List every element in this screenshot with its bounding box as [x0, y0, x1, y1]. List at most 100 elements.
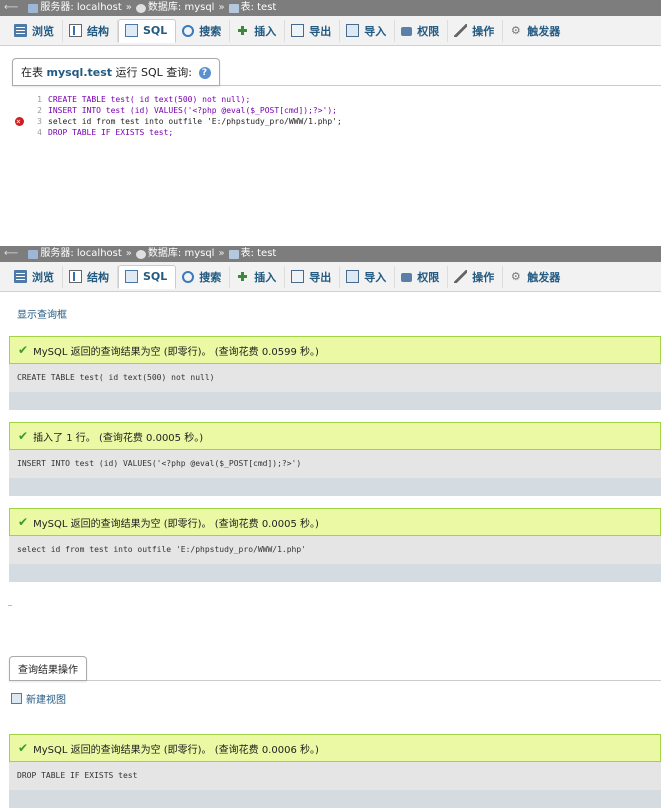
tab-export[interactable]: 导出 — [285, 19, 341, 42]
breadcrumb-server[interactable]: 服务器: localhost — [40, 246, 121, 262]
operations-body: 新建视图 — [9, 680, 661, 721]
tab-import[interactable]: 导入 — [340, 19, 396, 42]
sql-actions-bar — [9, 790, 661, 808]
tab-import[interactable]: 导入 — [340, 265, 396, 288]
tab-label: 操作 — [472, 270, 495, 284]
sql-results-panel: ⟵ 服务器: localhost » 数据库: mysql » 表: test … — [0, 246, 661, 808]
success-message: ✔ MySQL 返回的查询结果为空 (即零行)。 (查询花费 0.0005 秒。) — [9, 508, 661, 536]
breadcrumb: ⟵ 服务器: localhost » 数据库: mysql » 表: test — [0, 246, 661, 262]
executed-sql: CREATE TABLE test( id text(500) not null… — [9, 364, 661, 392]
tab-label: 导出 — [309, 24, 332, 38]
breadcrumb-database[interactable]: 数据库: mysql — [148, 0, 215, 16]
privileges-icon — [401, 27, 413, 36]
table-icon — [228, 3, 239, 13]
help-icon[interactable]: ? — [198, 67, 211, 79]
operations-icon — [454, 270, 468, 283]
tab-browse[interactable]: 浏览 — [8, 19, 63, 42]
tab-label: 导入 — [364, 24, 387, 38]
result-block: ✔ 插入了 1 行。 (查询花费 0.0005 秒。) INSERT INTO t… — [9, 422, 661, 496]
legend-table: mysql.test — [46, 66, 113, 79]
tab-label: 插入 — [254, 24, 277, 38]
error-icon — [15, 117, 24, 126]
server-icon — [28, 3, 39, 13]
insert-icon — [236, 24, 250, 37]
tab-label: 搜索 — [199, 24, 222, 38]
create-view-label: 新建视图 — [26, 695, 66, 706]
import-icon — [346, 24, 360, 37]
tab-label: 插入 — [254, 270, 277, 284]
line-number-text: 3 — [37, 117, 42, 126]
divider — [8, 605, 12, 606]
check-icon: ✔ — [18, 515, 29, 529]
tab-browse[interactable]: 浏览 — [8, 265, 63, 288]
breadcrumb-table[interactable]: 表: test — [241, 0, 277, 16]
tab-search[interactable]: 搜索 — [176, 19, 231, 42]
check-icon: ✔ — [18, 741, 29, 755]
sql-actions-bar — [9, 478, 661, 496]
legend-suffix: 运行 SQL 查询: — [112, 66, 192, 79]
sql-actions-bar — [9, 392, 661, 410]
database-icon — [135, 249, 146, 259]
tab-privileges[interactable]: 权限 — [395, 19, 449, 42]
code-text: INSERT INTO test (id) VALUES('<?php @eva… — [48, 106, 337, 115]
tab-triggers[interactable]: ⚙ 触发器 — [503, 20, 568, 42]
tab-sql[interactable]: SQL — [118, 18, 177, 43]
tab-operations[interactable]: 操作 — [448, 19, 504, 42]
success-text: MySQL 返回的查询结果为空 (即零行)。 (查询花费 0.0006 秒。) — [33, 744, 319, 756]
back-arrow-icon[interactable]: ⟵ — [4, 246, 18, 262]
create-view-link[interactable]: 新建视图 — [11, 691, 66, 706]
tab-label: SQL — [143, 24, 168, 37]
tab-label: 触发器 — [527, 24, 561, 38]
tab-insert[interactable]: 插入 — [230, 19, 286, 42]
tab-label: 搜索 — [199, 270, 222, 284]
tab-label: 浏览 — [32, 270, 54, 284]
tab-structure[interactable]: 结构 — [63, 265, 118, 288]
code-line: 1 CREATE TABLE test( id text(500) not nu… — [12, 94, 661, 105]
tab-triggers[interactable]: ⚙ 触发器 — [503, 266, 568, 288]
table-icon — [228, 249, 239, 259]
tab-structure[interactable]: 结构 — [63, 19, 118, 42]
tab-insert[interactable]: 插入 — [230, 265, 286, 288]
success-message: ✔ MySQL 返回的查询结果为空 (即零行)。 (查询花费 0.0599 秒。) — [9, 336, 661, 364]
show-query-link[interactable]: 显示查询框 — [0, 292, 661, 326]
triggers-icon: ⚙ — [510, 270, 521, 283]
breadcrumb-separator: » — [218, 248, 225, 259]
breadcrumb-server[interactable]: 服务器: localhost — [40, 0, 121, 16]
insert-icon — [236, 270, 250, 283]
executed-sql: select id from test into outfile 'E:/php… — [9, 536, 661, 564]
export-icon — [291, 270, 305, 283]
sql-query-legend: 在表 mysql.test 运行 SQL 查询: ? — [12, 58, 220, 86]
tab-export[interactable]: 导出 — [285, 265, 341, 288]
tab-search[interactable]: 搜索 — [176, 265, 231, 288]
tab-label: SQL — [143, 270, 168, 283]
code-line: 3 select id from test into outfile 'E:/p… — [12, 116, 661, 127]
breadcrumb-database[interactable]: 数据库: mysql — [148, 246, 215, 262]
line-number: 2 — [37, 106, 42, 115]
tab-operations[interactable]: 操作 — [448, 265, 504, 288]
sql-icon — [125, 270, 138, 283]
tab-label: 导出 — [309, 270, 332, 284]
line-number: 3 — [12, 116, 48, 127]
tab-sql[interactable]: SQL — [118, 264, 177, 289]
tab-label: 结构 — [87, 270, 109, 284]
result-block: ✔ MySQL 返回的查询结果为空 (即零行)。 (查询花费 0.0006 秒。)… — [9, 734, 661, 808]
breadcrumb-separator: » — [125, 2, 132, 13]
export-icon — [291, 24, 305, 37]
executed-sql: INSERT INTO test (id) VALUES('<?php @eva… — [9, 450, 661, 478]
operations-icon — [454, 24, 468, 37]
structure-icon — [69, 24, 82, 37]
breadcrumb-table[interactable]: 表: test — [241, 246, 277, 262]
check-icon: ✔ — [18, 429, 29, 443]
tab-privileges[interactable]: 权限 — [395, 265, 449, 288]
tab-label: 权限 — [417, 24, 440, 38]
sql-editor[interactable]: 1 CREATE TABLE test( id text(500) not nu… — [12, 85, 661, 236]
tab-bar: 浏览 结构 SQL 搜索 插入 导出 导入 权限 操作 ⚙ 触发器 — [0, 262, 661, 292]
query-result-operations-legend: 查询结果操作 — [9, 656, 87, 681]
tab-label: 浏览 — [32, 24, 54, 38]
back-arrow-icon[interactable]: ⟵ — [4, 0, 18, 16]
executed-sql: DROP TABLE IF EXISTS test — [9, 762, 661, 790]
tab-label: 触发器 — [527, 270, 561, 284]
breadcrumb-separator: » — [125, 248, 132, 259]
check-icon: ✔ — [18, 343, 29, 357]
code-text: CREATE TABLE test( id text(500) not null… — [48, 95, 251, 104]
